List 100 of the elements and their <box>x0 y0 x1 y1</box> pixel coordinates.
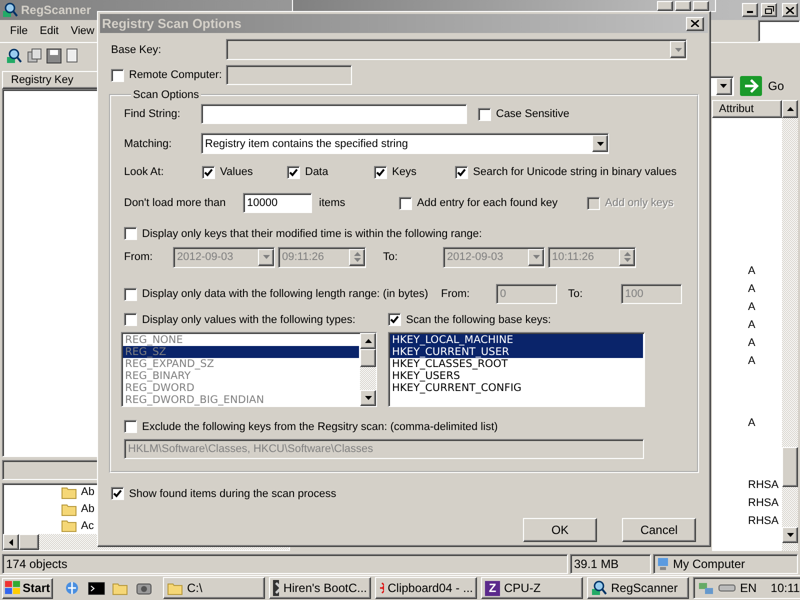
clock: 10:11 <box>770 581 800 595</box>
list-item[interactable]: HKEY_USERS <box>390 370 643 382</box>
scroll-up-button[interactable] <box>782 100 798 118</box>
network-icon <box>698 581 714 595</box>
folder-icon <box>167 582 183 594</box>
browser-icon[interactable] <box>64 580 80 596</box>
caret-icon <box>354 258 360 262</box>
scroll-left-button[interactable] <box>3 534 19 550</box>
taskbar-button[interactable]: C:\ <box>163 577 265 599</box>
field-label: Look At: <box>124 166 164 178</box>
computer-icon <box>657 557 669 571</box>
field-label: Don't load more than <box>124 197 226 209</box>
list-item[interactable]: HKEY_CURRENT_CONFIG <box>390 382 643 394</box>
checkbox[interactable] <box>478 108 491 120</box>
scroll-up-button[interactable] <box>360 333 376 349</box>
save-icon[interactable] <box>46 48 62 64</box>
restore-icon <box>764 6 774 14</box>
value-types-list[interactable]: REG_NONE REG_SZ REG_EXPAND_SZ REG_BINARY REG_DWORD REG_DWORD_BIG_ENDIAN <box>121 332 377 407</box>
check-icon <box>289 168 298 176</box>
checkbox[interactable] <box>374 166 387 178</box>
taskbar-button[interactable]: Z CPU-Z <box>481 577 583 599</box>
list-item[interactable]: HKEY_LOCAL_MACHINE <box>390 334 643 346</box>
caret-icon <box>262 255 270 259</box>
menu-item[interactable]: File <box>4 25 34 37</box>
checkbox[interactable] <box>124 227 137 240</box>
vertical-scrollbar[interactable] <box>782 100 798 551</box>
caret-icon <box>364 396 372 400</box>
status-text: 174 objects <box>2 554 568 574</box>
maximize-button[interactable] <box>675 1 691 11</box>
scroll-thumb[interactable] <box>360 349 376 367</box>
checkbox[interactable] <box>455 166 468 178</box>
checkbox-label: Data <box>305 166 328 178</box>
close-button[interactable] <box>782 3 798 17</box>
checkbox-label: Show found items during the scan process <box>129 488 336 500</box>
checkbox[interactable] <box>287 166 300 178</box>
attribute-cell-text: A <box>747 336 756 351</box>
taskbar-button[interactable]: RegScanner <box>587 577 689 599</box>
field-label: Matching: <box>124 138 172 150</box>
base-keys-list[interactable]: HKEY_LOCAL_MACHINE HKEY_CURRENT_USER HKEY_CLASSES_ROOT HKEY_USERS HKEY_CURRENT_CONFIG <box>388 332 645 407</box>
caret-icon <box>674 48 682 52</box>
text-field[interactable] <box>758 20 800 42</box>
field-label: Find String: <box>124 108 180 120</box>
close-icon <box>786 6 794 14</box>
language-indicator[interactable]: EN <box>740 581 757 595</box>
checkbox-label: Add entry for each found key <box>417 197 558 209</box>
input-field[interactable] <box>201 104 467 124</box>
status-text: My Computer <box>673 557 746 571</box>
scroll-down-button[interactable] <box>360 390 376 406</box>
checkbox[interactable] <box>388 313 401 326</box>
field-label: To: <box>568 288 583 300</box>
list-item[interactable]: REG_NONE <box>123 334 359 346</box>
dialog-title: Registry Scan Options <box>102 16 242 31</box>
list-item[interactable]: REG_EXPAND_SZ <box>123 358 359 370</box>
list-item[interactable]: REG_DWORD_BIG_ENDIAN <box>123 394 359 406</box>
close-button[interactable] <box>686 16 704 30</box>
checkbox[interactable] <box>124 420 137 433</box>
checkbox[interactable] <box>124 313 137 326</box>
checkbox[interactable] <box>124 288 137 300</box>
checkbox[interactable] <box>111 68 124 82</box>
attribute-cell-text: A <box>747 264 756 279</box>
attribute-cell-text: A <box>747 282 756 297</box>
window-title: RegScanner <box>21 3 92 17</box>
taskbar-button[interactable]: Hiren's BootC... <box>269 577 371 599</box>
close-button[interactable] <box>693 1 709 11</box>
minimize-button[interactable] <box>657 1 673 11</box>
cancel-button[interactable]: Cancel <box>622 518 696 542</box>
checkbox[interactable] <box>111 487 124 500</box>
input-field[interactable] <box>226 65 352 85</box>
check-icon <box>376 168 385 176</box>
list-item[interactable]: HKEY_CLASSES_ROOT <box>390 358 643 370</box>
check-icon <box>113 489 122 498</box>
vertical-scrollbar[interactable] <box>360 333 376 406</box>
minimize-button[interactable] <box>742 3 758 17</box>
list-item[interactable]: HKEY_CURRENT_USER <box>390 346 643 358</box>
group-title: Scan Options <box>132 89 200 101</box>
ok-button[interactable]: OK <box>523 518 597 542</box>
menu-item[interactable]: View <box>64 25 100 37</box>
attribute-cell-text: A <box>747 354 756 369</box>
checkbox[interactable] <box>202 166 215 178</box>
list-item[interactable]: REG_DWORD <box>123 382 359 394</box>
list-item[interactable]: REG_SZ <box>123 346 359 358</box>
terminal-icon[interactable] <box>88 582 104 594</box>
list-item[interactable]: REG_BINARY <box>123 370 359 382</box>
scroll-down-button[interactable] <box>782 527 798 543</box>
taskbar-button[interactable]: Clipboard04 - ... <box>375 577 477 599</box>
check-icon <box>457 168 466 176</box>
folder-icon <box>112 582 128 594</box>
document-icon[interactable] <box>66 48 80 64</box>
restore-button[interactable] <box>761 3 777 17</box>
close-icon <box>691 20 699 27</box>
matching-dropdown[interactable]: Registry item contains the specified string <box>201 133 609 154</box>
up-arrow-icon <box>786 107 794 111</box>
start-button[interactable]: Start <box>2 578 53 598</box>
column-header[interactable]: Attribut <box>712 100 782 118</box>
scroll-thumb[interactable] <box>782 447 798 487</box>
menu-item[interactable]: Edit <box>34 25 65 37</box>
scroll-thumb[interactable] <box>19 534 39 550</box>
input-field[interactable]: 10000 <box>243 193 312 213</box>
checkbox[interactable] <box>399 196 412 210</box>
copy-icon[interactable] <box>26 48 42 64</box>
